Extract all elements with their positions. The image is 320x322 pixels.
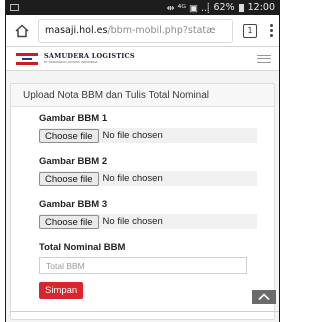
tab-switcher-button[interactable]: 1 — [243, 23, 257, 38]
total-bbm-input[interactable] — [39, 257, 247, 274]
browser-toolbar: masaji.hol.es/bbm-mobil.php?statæ 1 — [6, 15, 279, 47]
field-label-gambar-1: Gambar BBM 1 — [39, 113, 108, 124]
site-header: SAMUDERA LOGISTICS PT SAMUDERA LOGISTIK … — [6, 47, 279, 71]
field-label-gambar-2: Gambar BBM 2 — [39, 156, 108, 167]
file-input-gambar-1[interactable]: Choose file No file chosen — [39, 128, 257, 143]
field-label-gambar-3: Gambar BBM 3 — [39, 199, 108, 210]
simpan-button[interactable]: Simpan — [39, 282, 83, 299]
signal-indicators: ⇹ ⁴ᴳ ▣ ..⸽ — [166, 3, 210, 14]
home-icon[interactable] — [14, 23, 30, 39]
upload-form-card: Upload Nota BBM dan Tulis Total Nominal … — [10, 83, 275, 320]
total-nominal-label: Total Nominal BBM — [39, 242, 126, 253]
file-input-gambar-3[interactable]: Choose file No file chosen — [39, 214, 257, 229]
choose-file-button[interactable]: Choose file — [39, 128, 99, 143]
battery-percent: 62% — [213, 2, 235, 13]
company-logo-icon — [16, 52, 38, 66]
file-input-gambar-2[interactable]: Choose file No file chosen — [39, 171, 257, 186]
company-name: SAMUDERA LOGISTICS — [44, 51, 135, 60]
choose-file-button[interactable]: Choose file — [39, 214, 99, 229]
status-bar: ⇹ ⁴ᴳ ▣ ..⸽ 62% 12:00 — [6, 0, 279, 15]
form-heading: Upload Nota BBM dan Tulis Total Nominal — [11, 84, 274, 107]
browser-menu-icon[interactable] — [269, 24, 273, 37]
address-bar[interactable]: masaji.hol.es/bbm-mobil.php?statæ — [38, 18, 233, 43]
file-status: No file chosen — [102, 173, 163, 184]
scroll-to-top-button[interactable] — [252, 290, 276, 304]
clock: 12:00 — [247, 2, 275, 13]
company-logo[interactable]: SAMUDERA LOGISTICS PT SAMUDERA LOGISTIK … — [44, 53, 135, 65]
phone-screen: ⇹ ⁴ᴳ ▣ ..⸽ 62% 12:00 masaji.hol.es/bbm-m… — [5, 0, 280, 322]
choose-file-button[interactable]: Choose file — [39, 171, 99, 186]
notification-icon — [10, 4, 19, 11]
file-status: No file chosen — [102, 130, 163, 141]
url-path: /bbm-mobil.php?statæ — [107, 25, 216, 36]
hamburger-menu-icon[interactable] — [257, 54, 271, 63]
chevron-up-icon — [258, 293, 270, 301]
file-status: No file chosen — [102, 216, 163, 227]
url-host: masaji.hol.es — [45, 25, 108, 36]
battery-icon — [238, 3, 244, 12]
company-tagline: PT SAMUDERA LOGISTIK INDONESIA — [44, 60, 98, 65]
divider — [10, 311, 279, 312]
